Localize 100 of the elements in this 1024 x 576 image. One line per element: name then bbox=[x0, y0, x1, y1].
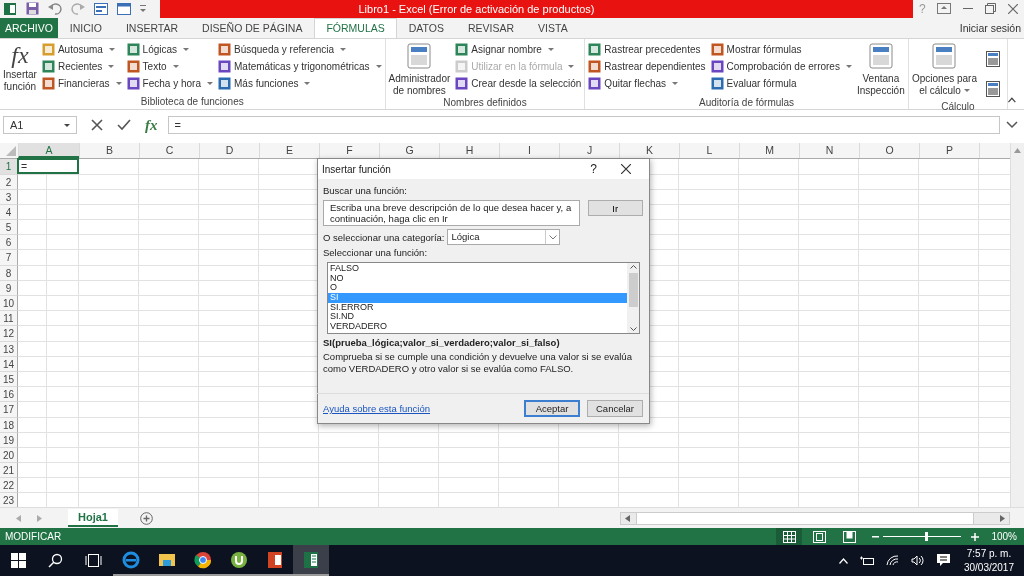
restore-icon[interactable] bbox=[985, 3, 997, 15]
name-box[interactable]: A1 bbox=[3, 116, 77, 135]
cancel-icon[interactable] bbox=[91, 119, 103, 132]
function-list-item[interactable]: SI.ND bbox=[328, 312, 627, 323]
normal-view-button[interactable] bbox=[776, 528, 803, 545]
ribbon-button[interactable]: Rastrear dependientes bbox=[588, 57, 706, 75]
list-scrollbar[interactable] bbox=[627, 263, 639, 333]
ribbon-tab[interactable]: FÓRMULAS bbox=[314, 17, 397, 38]
row-header[interactable]: 21 bbox=[0, 463, 18, 479]
column-header[interactable]: C bbox=[139, 143, 199, 159]
column-header[interactable]: P bbox=[919, 143, 979, 159]
ribbon-button[interactable]: Asignar nombre bbox=[455, 40, 582, 58]
column-header[interactable]: L bbox=[679, 143, 739, 159]
sign-in-link[interactable]: Iniciar sesión bbox=[959, 17, 1024, 38]
close-icon[interactable] bbox=[621, 164, 631, 174]
insert-function-button[interactable]: fx bbox=[145, 116, 158, 134]
clock-date[interactable]: 30/03/2017 bbox=[963, 560, 1014, 575]
ribbon-button[interactable]: Rastrear precedentes bbox=[588, 40, 706, 58]
ribbon-button[interactable]: Mostrar fórmulas bbox=[710, 40, 852, 58]
scroll-left-icon[interactable] bbox=[625, 514, 630, 522]
ribbon-button[interactable]: Texto bbox=[126, 57, 213, 75]
ribbon-tab[interactable]: INSERTAR bbox=[113, 17, 191, 38]
horizontal-scrollbar[interactable] bbox=[620, 511, 1010, 525]
ribbon-button[interactable]: Recientes bbox=[41, 57, 122, 75]
function-list-item[interactable]: SI.ERROR bbox=[328, 302, 627, 313]
taskbar-app-button[interactable] bbox=[293, 545, 329, 576]
ribbon-button[interactable]: Lógicas bbox=[126, 40, 213, 58]
row-header[interactable]: 7 bbox=[0, 250, 18, 266]
ribbon-button[interactable]: Quitar flechas bbox=[588, 74, 706, 92]
go-button[interactable]: Ir bbox=[587, 200, 643, 216]
row-header[interactable]: 10 bbox=[0, 296, 18, 312]
ribbon-large-button[interactable]: Opciones para el cálculo bbox=[911, 40, 978, 97]
zoom-slider-thumb[interactable] bbox=[925, 532, 929, 541]
ribbon-button[interactable]: Autosuma bbox=[41, 40, 122, 58]
zoom-out-icon[interactable] bbox=[872, 533, 880, 540]
check-icon[interactable] bbox=[117, 119, 131, 132]
row-header[interactable]: 11 bbox=[0, 311, 18, 327]
scroll-right-icon[interactable] bbox=[1000, 514, 1005, 522]
ribbon-button[interactable]: Fecha y hora bbox=[126, 74, 213, 92]
minimize-icon[interactable] bbox=[963, 7, 974, 10]
help-link[interactable]: Ayuda sobre esta función bbox=[323, 403, 431, 414]
function-list-item[interactable]: VERDADERO bbox=[328, 322, 627, 332]
collapse-ribbon-icon[interactable] bbox=[1008, 96, 1016, 103]
ribbon-button[interactable]: Comprobación de errores bbox=[710, 57, 852, 75]
ribbon-tab[interactable]: INICIO bbox=[57, 17, 114, 38]
column-header[interactable]: B bbox=[79, 143, 139, 159]
row-header[interactable]: 23 bbox=[0, 493, 18, 508]
ribbon-tab[interactable]: DISEÑO DE PÁGINA bbox=[190, 17, 315, 38]
ribbon-tab[interactable]: DATOS bbox=[396, 17, 456, 38]
ribbon-button[interactable]: Matemáticas y trigonométricas bbox=[218, 57, 382, 75]
formula-input[interactable]: = bbox=[167, 116, 1000, 135]
row-header[interactable]: 12 bbox=[0, 326, 18, 342]
function-list-item[interactable]: O bbox=[328, 283, 627, 294]
ribbon-button[interactable]: Búsqueda y referencia bbox=[218, 40, 382, 58]
calculator-icon[interactable] bbox=[986, 80, 1001, 97]
scroll-up-icon[interactable] bbox=[629, 265, 637, 269]
row-header[interactable]: 5 bbox=[0, 220, 18, 236]
expand-icon[interactable] bbox=[1006, 121, 1018, 130]
ribbon-large-button[interactable]: Administrador de nombres bbox=[388, 40, 451, 97]
window-icon[interactable] bbox=[117, 2, 131, 15]
function-list-item[interactable]: FALSO bbox=[328, 264, 627, 274]
ribbon-large-button[interactable]: fx Insertar función bbox=[3, 40, 37, 93]
add-sheet-icon[interactable] bbox=[139, 511, 153, 525]
column-header[interactable]: D bbox=[199, 143, 259, 159]
accept-button[interactable]: Aceptar bbox=[524, 400, 580, 417]
search-field[interactable]: Escriba una breve descripción de lo que desea hacer y, a continuación, haga clic en Ir bbox=[323, 200, 580, 226]
ribbon-display-icon[interactable] bbox=[937, 3, 952, 15]
ribbon-button[interactable]: Más funciones bbox=[218, 74, 382, 92]
undo-icon[interactable] bbox=[48, 2, 62, 15]
form-icon[interactable] bbox=[94, 2, 108, 15]
task-view-icon[interactable] bbox=[85, 554, 102, 567]
column-header[interactable]: A bbox=[18, 143, 79, 159]
save-icon[interactable] bbox=[26, 2, 39, 16]
column-header[interactable]: M bbox=[739, 143, 799, 159]
ribbon-button[interactable]: Financieras bbox=[41, 74, 122, 92]
wifi-icon[interactable] bbox=[885, 555, 899, 566]
row-header[interactable]: 16 bbox=[0, 387, 18, 403]
row-header[interactable]: 17 bbox=[0, 402, 18, 418]
speaker-icon[interactable] bbox=[910, 555, 925, 566]
ribbon-button[interactable]: Evaluar fórmula bbox=[710, 74, 852, 92]
tray-expand-icon[interactable] bbox=[838, 557, 848, 564]
function-list-item[interactable]: NO bbox=[328, 273, 627, 284]
calculator-icon[interactable] bbox=[986, 50, 1001, 67]
row-header[interactable]: 1 bbox=[0, 159, 18, 175]
ribbon-tab[interactable]: REVISAR bbox=[455, 17, 527, 38]
active-cell[interactable]: = bbox=[17, 158, 79, 175]
category-dropdown[interactable]: Lógica bbox=[447, 229, 561, 245]
ribbon-tab[interactable]: ARCHIVO bbox=[0, 17, 58, 38]
clock-time[interactable]: 7:57 p. m. bbox=[966, 546, 1012, 561]
sheet-tab[interactable]: Hoja1 bbox=[68, 509, 118, 528]
row-header[interactable]: 22 bbox=[0, 478, 18, 494]
zoom-level[interactable]: 100% bbox=[991, 531, 1017, 542]
vertical-scrollbar[interactable] bbox=[1010, 143, 1024, 508]
notifications-icon[interactable] bbox=[936, 554, 950, 567]
ribbon-tab[interactable]: VISTA bbox=[526, 17, 580, 38]
cancel-button[interactable]: Cancelar bbox=[587, 400, 643, 417]
column-header[interactable]: O bbox=[859, 143, 919, 159]
battery-icon[interactable] bbox=[859, 556, 874, 565]
column-header[interactable]: N bbox=[799, 143, 859, 159]
scroll-down-icon[interactable] bbox=[629, 327, 637, 331]
